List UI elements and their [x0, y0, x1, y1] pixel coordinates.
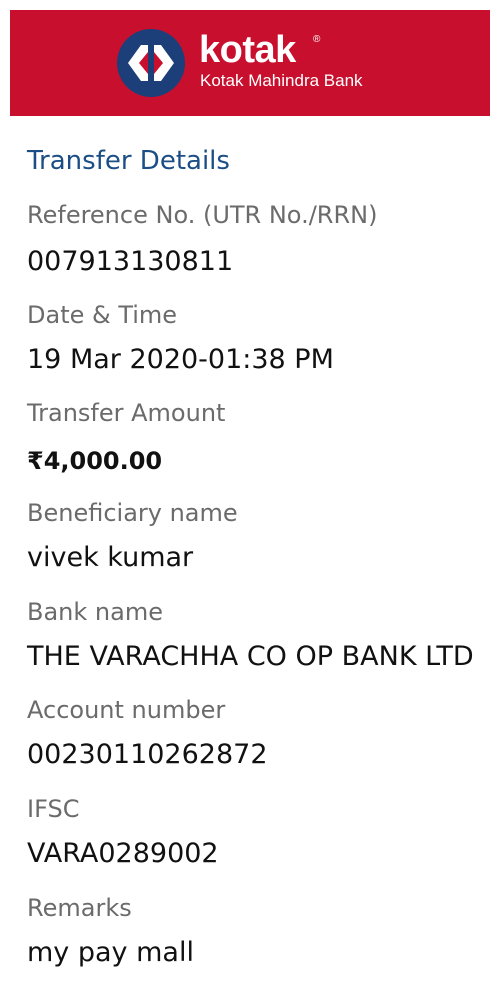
amount-label: Transfer Amount: [27, 399, 226, 427]
ifsc-value: VARA0289002: [27, 838, 219, 869]
account-number-value: 00230110262872: [27, 739, 268, 770]
beneficiary-value: vivek kumar: [27, 542, 194, 573]
bank-name-caption: Kotak Mahindra Bank: [200, 71, 363, 90]
beneficiary-label: Beneficiary name: [27, 499, 238, 527]
reference-value: 007913130811: [27, 246, 234, 277]
kotak-logo-icon: [117, 29, 185, 97]
reference-label: Reference No. (UTR No./RRN): [27, 201, 378, 229]
remarks-value: my pay mall: [27, 937, 194, 968]
brand-wordmark: kotak: [199, 29, 296, 71]
amount-value: ₹4,000.00: [27, 447, 163, 475]
ifsc-label: IFSC: [27, 795, 80, 823]
bank-header: kotak ® Kotak Mahindra Bank: [10, 10, 490, 116]
datetime-value: 19 Mar 2020-01:38 PM: [27, 344, 334, 375]
datetime-label: Date & Time: [27, 301, 178, 329]
transfer-details-title: Transfer Details: [27, 146, 230, 176]
registered-mark: ®: [313, 34, 321, 45]
remarks-label: Remarks: [27, 894, 132, 922]
bank-name-label: Bank name: [27, 598, 163, 626]
account-number-label: Account number: [27, 696, 226, 724]
bank-name-value: THE VARACHHA CO OP BANK LTD: [27, 641, 474, 672]
